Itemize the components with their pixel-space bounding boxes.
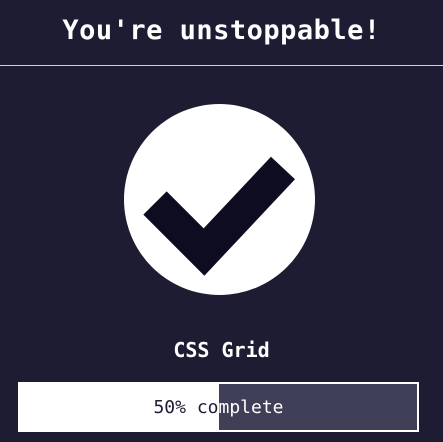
completion-screen: You're unstoppable! CSS Grid 50% complet…	[0, 0, 443, 442]
checkmark-icon	[124, 104, 315, 295]
header: You're unstoppable!	[0, 0, 443, 66]
progress-fill: 50% complete	[20, 384, 219, 430]
skill-name: CSS Grid	[173, 338, 270, 362]
page-title: You're unstoppable!	[62, 15, 381, 46]
progress-bar: 50% complete 50% complete	[18, 382, 419, 432]
progress-label-on-fill: 50% complete	[153, 396, 219, 418]
completion-badge	[124, 104, 315, 295]
